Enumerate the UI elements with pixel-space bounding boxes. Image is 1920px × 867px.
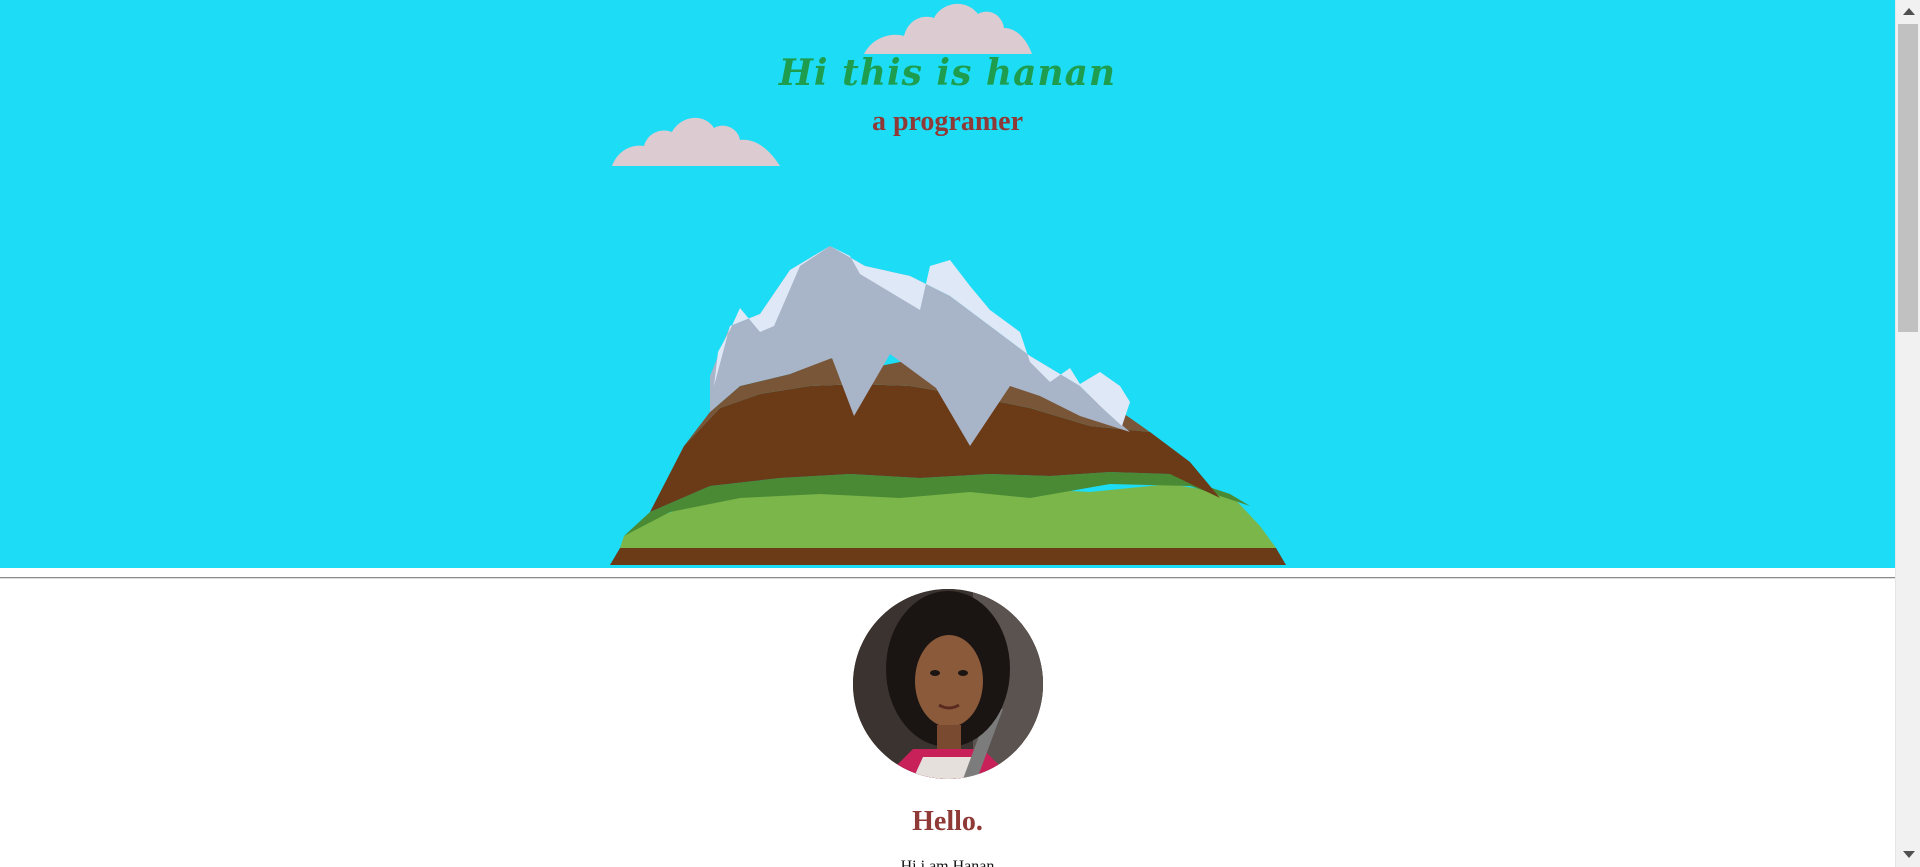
scrollbar-thumb[interactable] [1898, 24, 1918, 332]
mountain-illustration [610, 246, 1286, 565]
profile-photo [853, 589, 1043, 779]
about-intro: Hi i am Hanan [900, 858, 995, 867]
hero-section: Hi this is hanan a programer [0, 0, 1895, 568]
scroll-down-icon[interactable] [1903, 851, 1915, 858]
about-heading: Hello. [912, 806, 983, 837]
hero-title: Hi this is hanan [778, 52, 1117, 94]
vertical-scrollbar[interactable] [1895, 0, 1920, 867]
hero-subtitle: a programer [871, 106, 1024, 137]
section-divider [0, 577, 1895, 579]
cloud-icon [864, 3, 1032, 55]
profile-photo-image [853, 589, 1043, 779]
scroll-up-icon[interactable] [1903, 8, 1915, 15]
page-viewport: Hi this is hanan a programer Hello. Hi i… [0, 0, 1895, 867]
